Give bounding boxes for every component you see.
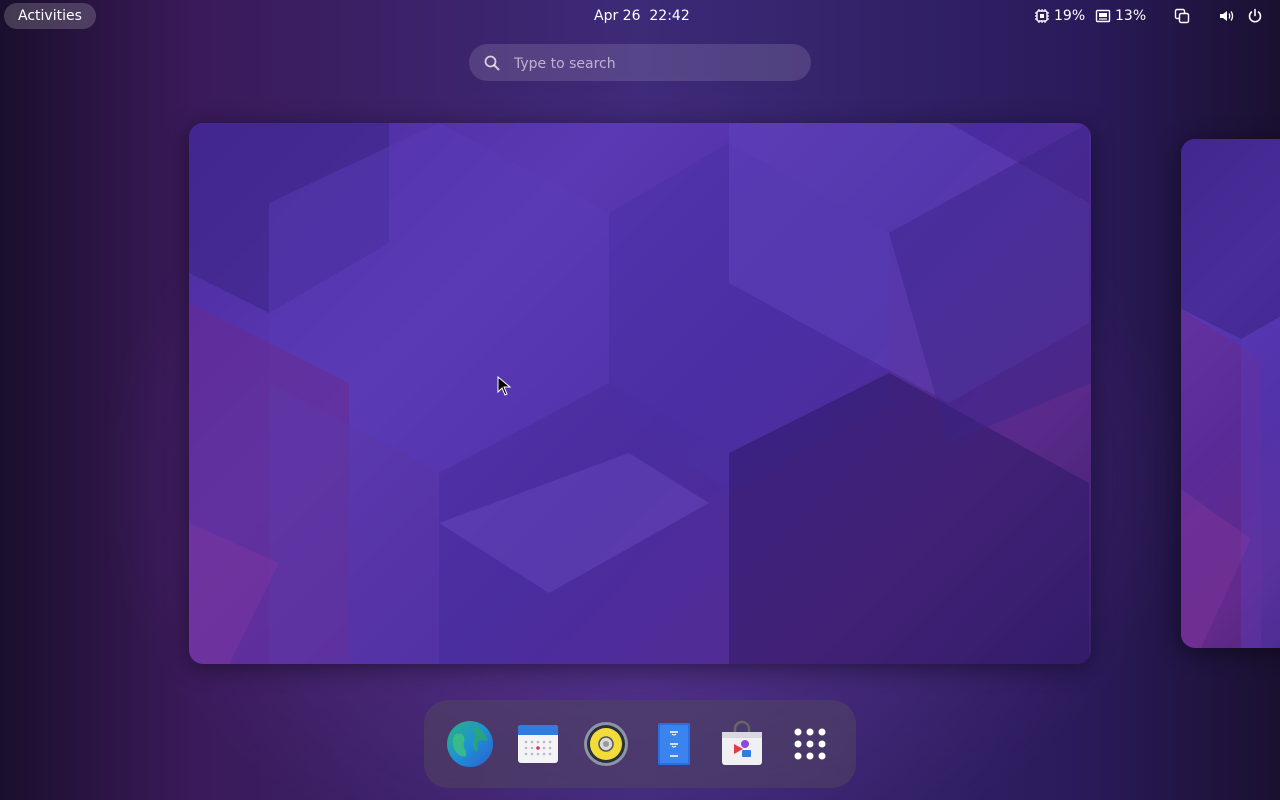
dock-item-calendar[interactable] [514, 720, 562, 768]
volume-icon [1218, 8, 1234, 24]
dock [424, 700, 856, 788]
memory-indicator[interactable]: 13% [1095, 0, 1146, 32]
search-input[interactable] [512, 44, 796, 83]
workspace-thumbnail-next[interactable] [1181, 139, 1280, 648]
search-icon [484, 55, 500, 71]
dock-item-software-store[interactable] [718, 720, 766, 768]
dock-item-text-editor[interactable] [650, 720, 698, 768]
mouse-pointer-icon [497, 375, 512, 396]
dock-item-show-applications[interactable] [786, 720, 834, 768]
top-bar: Activities Apr 26 22:42 19% 13% [0, 0, 1280, 32]
text-editor-icon [650, 720, 698, 768]
cpu-indicator[interactable]: 19% [1034, 0, 1085, 32]
power-menu-button[interactable] [1247, 0, 1263, 32]
clock[interactable]: Apr 26 22:42 [594, 0, 690, 32]
shopping-bag-icon [718, 720, 766, 768]
speaker-icon [582, 720, 630, 768]
memory-usage: 13% [1115, 8, 1147, 24]
cpu-icon [1034, 8, 1050, 24]
wallpaper [1181, 139, 1280, 648]
dock-item-web-browser[interactable] [446, 720, 494, 768]
search-bar[interactable] [469, 44, 811, 83]
workspace-thumbnail-current[interactable] [189, 123, 1091, 664]
app-grid-icon [786, 720, 834, 768]
calendar-icon [514, 720, 562, 768]
volume-indicator[interactable] [1218, 0, 1234, 32]
power-icon [1247, 8, 1263, 24]
wallpaper [189, 123, 1091, 664]
activities-button[interactable]: Activities [4, 3, 96, 29]
dock-item-music-player[interactable] [582, 720, 630, 768]
memory-icon [1095, 8, 1111, 24]
window-switcher-button[interactable] [1174, 0, 1190, 32]
globe-icon [446, 720, 494, 768]
window-switcher-icon [1174, 8, 1190, 24]
cpu-usage: 19% [1054, 8, 1086, 24]
